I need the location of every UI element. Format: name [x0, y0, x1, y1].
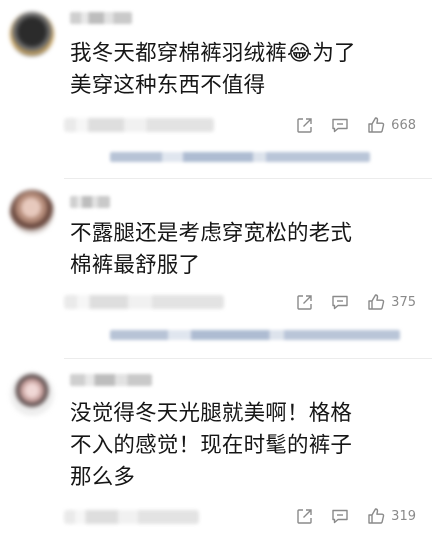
thumbs-up-icon	[368, 117, 385, 133]
like-count: 668	[391, 117, 416, 133]
comment-text: 不露腿还是考虑穿宽松的老式 棉裤最舒服了	[70, 221, 353, 278]
comment-item: 我冬天都穿棉裤羽绒裤😂为了 美穿这种东西不值得 668	[0, 0, 432, 178]
share-button[interactable]	[296, 294, 313, 311]
avatar[interactable]	[10, 190, 54, 234]
comment-button[interactable]	[331, 508, 349, 525]
divider	[64, 358, 432, 359]
like-count: 319	[391, 508, 416, 524]
comment-icon	[332, 509, 348, 523]
username[interactable]	[70, 12, 132, 24]
comment-actions: 319	[296, 505, 416, 527]
avatar[interactable]	[10, 12, 54, 56]
comment-button[interactable]	[331, 294, 349, 311]
like-button[interactable]: 319	[367, 507, 416, 525]
comment-meta	[64, 118, 214, 132]
comment-item: 没觉得冬天光腿就美啊！格格 不入的感觉！现在时髦的裤子 那么多 319	[0, 360, 432, 538]
comment-text: 我冬天都穿棉裤羽绒裤😂为了 美穿这种东西不值得	[70, 41, 356, 98]
comment-text: 没觉得冬天光腿就美啊！格格 不入的感觉！现在时髦的裤子 那么多	[70, 401, 353, 490]
username[interactable]	[70, 374, 152, 386]
thumbs-up-icon	[368, 294, 385, 310]
comment-item: 不露腿还是考虑穿宽松的老式 棉裤最舒服了 375	[0, 180, 432, 358]
comment-icon	[332, 295, 348, 309]
reply-preview[interactable]	[110, 152, 370, 162]
share-icon	[297, 294, 312, 310]
share-icon	[297, 117, 312, 133]
divider	[64, 178, 432, 179]
like-button[interactable]: 668	[367, 116, 416, 134]
comment-meta	[64, 295, 224, 309]
comment-meta	[64, 510, 199, 524]
reply-preview[interactable]	[110, 330, 400, 340]
comment-icon	[332, 118, 348, 132]
thumbs-up-icon	[368, 508, 385, 524]
comment-actions: 668	[296, 114, 416, 136]
comment-actions: 375	[296, 291, 416, 313]
like-button[interactable]: 375	[367, 293, 416, 311]
comment-button[interactable]	[331, 117, 349, 134]
avatar[interactable]	[10, 372, 54, 416]
like-count: 375	[391, 294, 416, 310]
username[interactable]	[70, 196, 110, 208]
share-button[interactable]	[296, 508, 313, 525]
share-icon	[297, 508, 312, 524]
share-button[interactable]	[296, 117, 313, 134]
